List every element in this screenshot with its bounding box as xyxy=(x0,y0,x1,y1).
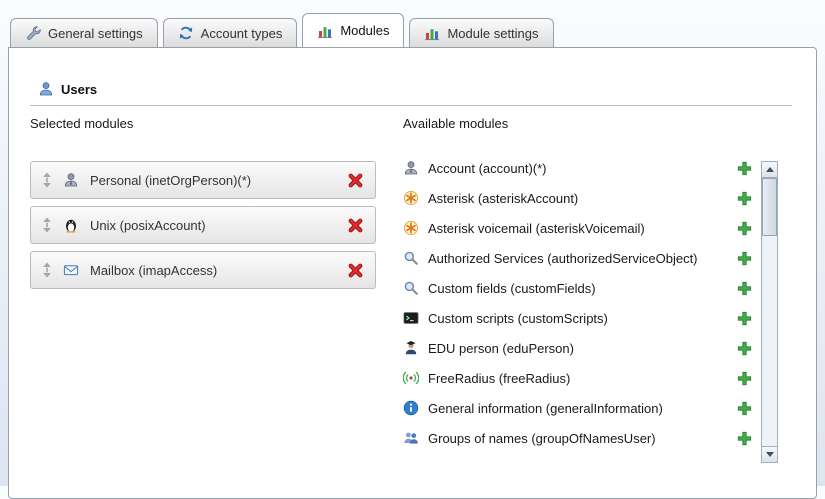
add-icon[interactable] xyxy=(737,161,752,176)
add-icon[interactable] xyxy=(737,431,752,446)
tab-general-settings[interactable]: General settings xyxy=(10,18,158,47)
selected-modules-title: Selected modules xyxy=(30,116,376,131)
available-module-row-groups-of-names: Groups of names (groupOfNamesUser) xyxy=(403,423,752,453)
selected-module-row-mailbox[interactable]: Mailbox (imapAccess) xyxy=(30,251,376,289)
available-module-row-asterisk-voicemail: Asterisk voicemail (asteriskVoicemail) xyxy=(403,213,752,243)
available-module-label: Asterisk (asteriskAccount) xyxy=(428,191,728,206)
selected-module-label: Unix (posixAccount) xyxy=(90,218,206,233)
chart-icon xyxy=(424,25,440,41)
antenna-icon xyxy=(403,370,419,386)
add-icon[interactable] xyxy=(737,221,752,236)
available-module-label: Groups of names (groupOfNamesUser) xyxy=(428,431,728,446)
scrollbar-thumb[interactable] xyxy=(762,178,777,236)
available-modules-scrollbar[interactable] xyxy=(761,161,778,463)
available-module-label: FreeRadius (freeRadius) xyxy=(428,371,728,386)
modules-panel: Users Selected modules Personal (inetOrg… xyxy=(8,47,817,499)
selected-module-label: Mailbox (imapAccess) xyxy=(90,263,217,278)
available-module-row-custom-scripts: Custom scripts (customScripts) xyxy=(403,303,752,333)
student-icon xyxy=(403,340,419,356)
scroll-up-button[interactable] xyxy=(762,162,777,178)
tab-label: Modules xyxy=(340,23,389,38)
asterisk-icon xyxy=(403,190,419,206)
terminal-icon xyxy=(403,310,419,326)
envelope-icon xyxy=(63,262,79,278)
available-module-row-custom-fields: Custom fields (customFields) xyxy=(403,273,752,303)
person-icon xyxy=(63,172,79,188)
drag-handle-icon[interactable] xyxy=(42,262,52,278)
wrench-icon xyxy=(25,25,41,41)
selected-module-row-personal[interactable]: Personal (inetOrgPerson)(*) xyxy=(30,161,376,199)
sync-icon xyxy=(178,25,194,41)
section-title: Users xyxy=(61,82,97,97)
users-section-header: Users xyxy=(30,81,792,106)
selected-module-label: Personal (inetOrgPerson)(*) xyxy=(90,173,251,188)
add-icon[interactable] xyxy=(737,311,752,326)
available-module-row-asterisk: Asterisk (asteriskAccount) xyxy=(403,183,752,213)
drag-handle-icon[interactable] xyxy=(42,172,52,188)
available-module-label: General information (generalInformation) xyxy=(428,401,728,416)
available-modules-title: Available modules xyxy=(403,116,752,131)
tab-module-settings[interactable]: Module settings xyxy=(409,18,553,47)
available-module-label: Custom scripts (customScripts) xyxy=(428,311,728,326)
arrow-down-icon xyxy=(766,452,774,457)
asterisk-icon xyxy=(403,220,419,236)
available-module-label: Authorized Services (authorizedServiceOb… xyxy=(428,251,728,266)
scroll-down-button[interactable] xyxy=(762,446,777,462)
available-module-label: Asterisk voicemail (asteriskVoicemail) xyxy=(428,221,728,236)
available-module-row-account: Account (account)(*) xyxy=(403,153,752,183)
add-icon[interactable] xyxy=(737,401,752,416)
delete-icon[interactable] xyxy=(347,172,364,189)
magnifier-icon xyxy=(403,250,419,266)
tab-label: General settings xyxy=(48,26,143,41)
drag-handle-icon[interactable] xyxy=(42,217,52,233)
available-module-label: Account (account)(*) xyxy=(428,161,728,176)
delete-icon[interactable] xyxy=(347,217,364,234)
available-module-label: Custom fields (customFields) xyxy=(428,281,728,296)
available-modules-column: Available modules Account (account)(*) A… xyxy=(403,116,752,453)
tab-label: Account types xyxy=(201,26,283,41)
selected-module-row-unix[interactable]: Unix (posixAccount) xyxy=(30,206,376,244)
delete-icon[interactable] xyxy=(347,262,364,279)
info-icon xyxy=(403,400,419,416)
selected-modules-column: Selected modules Personal (inetOrgPerson… xyxy=(30,116,376,296)
penguin-icon xyxy=(63,217,79,233)
add-icon[interactable] xyxy=(737,341,752,356)
tab-modules[interactable]: Modules xyxy=(302,13,404,47)
magnifier-icon xyxy=(403,280,419,296)
tab-label: Module settings xyxy=(447,26,538,41)
available-module-row-authorized-services: Authorized Services (authorizedServiceOb… xyxy=(403,243,752,273)
chart-icon xyxy=(317,23,333,39)
add-icon[interactable] xyxy=(737,251,752,266)
tab-bar: General settings Account types Modules M… xyxy=(10,13,554,47)
available-module-row-general-information: General information (generalInformation) xyxy=(403,393,752,423)
add-icon[interactable] xyxy=(737,371,752,386)
available-module-row-edu-person: EDU person (eduPerson) xyxy=(403,333,752,363)
add-icon[interactable] xyxy=(737,191,752,206)
available-module-row-freeradius: FreeRadius (freeRadius) xyxy=(403,363,752,393)
group-icon xyxy=(403,430,419,446)
tab-account-types[interactable]: Account types xyxy=(163,18,298,47)
available-module-label: EDU person (eduPerson) xyxy=(428,341,728,356)
person-icon xyxy=(403,160,419,176)
add-icon[interactable] xyxy=(737,281,752,296)
arrow-up-icon xyxy=(766,167,774,172)
user-icon xyxy=(38,81,54,97)
